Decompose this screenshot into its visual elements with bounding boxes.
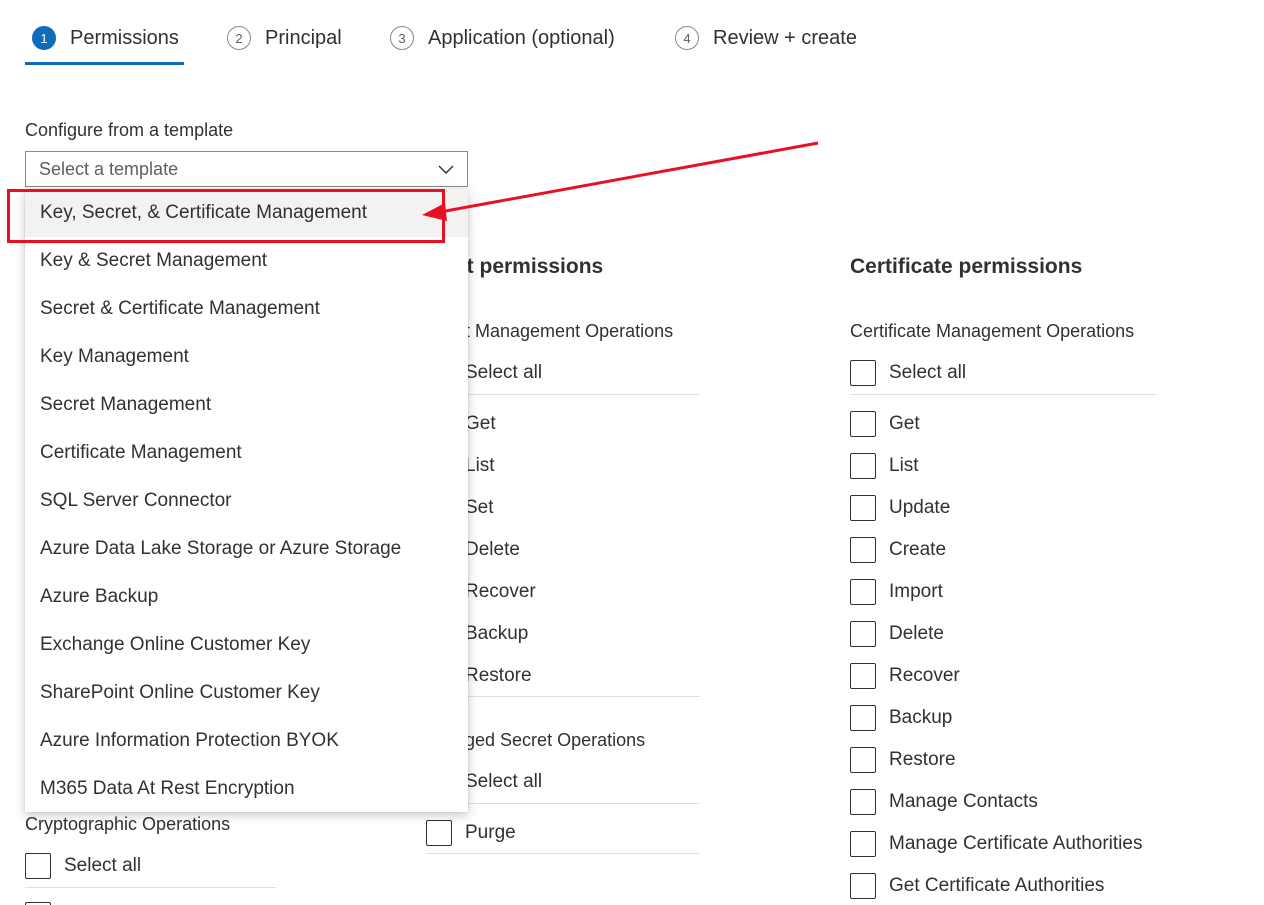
checkbox-label: Manage Contacts <box>889 791 1038 812</box>
checkbox-label: Restore <box>889 749 956 770</box>
template-option[interactable]: Azure Information Protection BYOK <box>25 717 468 765</box>
checkbox-label: List <box>889 455 919 476</box>
certificate-item[interactable]: Get Certificate Authorities <box>850 871 1104 901</box>
checkbox[interactable] <box>850 873 876 899</box>
step-label: Application (optional) <box>428 27 615 49</box>
certificate-item[interactable]: Backup <box>850 703 952 733</box>
checkbox[interactable] <box>25 853 51 879</box>
checkbox[interactable] <box>850 621 876 647</box>
template-option[interactable]: SQL Server Connector <box>25 477 468 525</box>
checkbox-label: List <box>465 455 495 476</box>
checkbox[interactable] <box>850 453 876 479</box>
key-crypto-select-all[interactable]: Select all <box>25 851 141 881</box>
checkbox-label: Select all <box>889 362 967 383</box>
checkbox-label: Restore <box>465 665 532 686</box>
certificate-item[interactable]: Manage Contacts <box>850 787 1038 817</box>
key-crypto-item-partial[interactable] <box>25 900 51 905</box>
checkbox-label: Set <box>465 497 494 518</box>
checkbox-label: Recover <box>465 581 536 602</box>
tab-review-create[interactable]: 4 Review + create <box>675 24 857 64</box>
step-number: 1 <box>32 26 56 50</box>
certificate-item[interactable]: Restore <box>850 745 956 775</box>
template-option[interactable]: SharePoint Online Customer Key <box>25 669 468 717</box>
template-option[interactable]: Azure Data Lake Storage or Azure Storage <box>25 525 468 573</box>
template-placeholder: Select a template <box>39 158 179 179</box>
crypto-operations-heading: Cryptographic Operations <box>25 814 231 834</box>
checkbox[interactable] <box>850 789 876 815</box>
checkbox[interactable] <box>850 495 876 521</box>
checkbox-label: Select all <box>64 855 142 876</box>
checkbox-label: Recover <box>889 665 960 686</box>
secret-management-heading: et Management Operations <box>455 321 674 341</box>
checkbox-label: Manage Certificate Authorities <box>889 833 1143 854</box>
tab-application[interactable]: 3 Application (optional) <box>390 24 615 64</box>
checkbox[interactable] <box>850 360 876 386</box>
step-label: Review + create <box>713 27 857 49</box>
checkbox[interactable] <box>850 579 876 605</box>
checkbox-label: Delete <box>465 539 520 560</box>
step-label: Principal <box>265 27 342 49</box>
checkbox-label: Delete <box>889 623 944 644</box>
certificate-item[interactable]: Delete <box>850 619 944 649</box>
certificate-item[interactable]: Recover <box>850 661 960 691</box>
highlight-box <box>7 189 445 243</box>
certificate-management-heading: Certificate Management Operations <box>850 321 1135 341</box>
template-option[interactable]: Secret & Certificate Management <box>25 285 468 333</box>
step-number: 2 <box>227 26 251 50</box>
checkbox-label: Backup <box>889 707 953 728</box>
certificate-permissions-heading: Certificate permissions <box>850 255 1083 278</box>
template-option[interactable]: Certificate Management <box>25 429 468 477</box>
secret-permissions-heading: et permissions <box>455 255 604 278</box>
certificate-item[interactable]: Manage Certificate Authorities <box>850 829 1142 859</box>
checkbox-label: Purge <box>465 822 516 843</box>
checkbox[interactable] <box>426 820 452 846</box>
template-label: Configure from a template <box>25 120 234 140</box>
chevron-down-icon <box>438 165 454 174</box>
template-option[interactable]: Key Management <box>25 333 468 381</box>
checkbox-label: Get <box>889 413 920 434</box>
secret-item-purge[interactable]: Purge <box>426 818 516 848</box>
divider <box>25 887 276 888</box>
checkbox-label: Select all <box>465 362 543 383</box>
checkbox-label: Create <box>889 539 947 560</box>
checkbox[interactable] <box>850 831 876 857</box>
checkbox-label: Update <box>889 497 951 518</box>
certificate-item[interactable]: Import <box>850 577 943 607</box>
divider <box>426 853 700 854</box>
checkbox[interactable] <box>850 663 876 689</box>
checkbox-label: Get <box>465 413 496 434</box>
checkbox[interactable] <box>850 705 876 731</box>
template-option[interactable]: Exchange Online Customer Key <box>25 621 468 669</box>
certificate-item[interactable]: Get <box>850 409 920 439</box>
certificate-item[interactable]: Create <box>850 535 946 565</box>
template-dropdown-list: Key, Secret, & Certificate Management Key… <box>25 189 468 812</box>
checkbox[interactable] <box>850 747 876 773</box>
privileged-secret-heading: eged Secret Operations <box>455 730 646 750</box>
tab-permissions[interactable]: 1 Permissions <box>25 24 184 65</box>
checkbox-label: Backup <box>465 623 529 644</box>
step-label: Permissions <box>70 27 179 49</box>
template-option[interactable]: M365 Data At Rest Encryption <box>25 765 468 813</box>
divider <box>850 394 1157 395</box>
certificate-select-all[interactable]: Select all <box>850 358 966 388</box>
template-select[interactable]: Select a template <box>25 151 468 187</box>
template-option[interactable]: Azure Backup <box>25 573 468 621</box>
step-number: 4 <box>675 26 699 50</box>
template-option[interactable]: Key & Secret Management <box>25 237 468 285</box>
checkbox-label: Import <box>889 581 943 602</box>
checkbox-label: Get Certificate Authorities <box>889 875 1105 896</box>
template-option[interactable]: Secret Management <box>25 381 468 429</box>
certificate-item[interactable]: List <box>850 451 919 481</box>
checkbox[interactable] <box>850 411 876 437</box>
checkbox-label: Select all <box>465 771 543 792</box>
step-number: 3 <box>390 26 414 50</box>
tab-principal[interactable]: 2 Principal <box>227 24 342 64</box>
checkbox[interactable] <box>850 537 876 563</box>
certificate-item[interactable]: Update <box>850 493 950 523</box>
